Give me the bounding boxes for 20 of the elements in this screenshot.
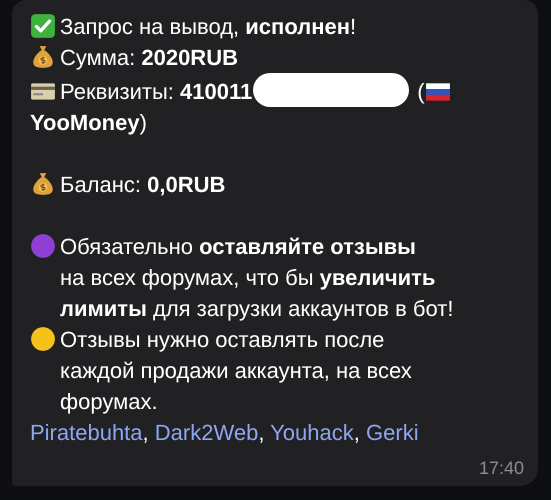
forum-link[interactable]: Piratebuhta: [30, 420, 143, 445]
message-text: Сумма: 2020RUB: [60, 44, 238, 72]
message-text: Баланс: 0,0RUB: [60, 171, 226, 199]
comma: ,: [258, 420, 264, 445]
wallet-name: YooMoney): [30, 110, 147, 135]
flag-icon: [424, 82, 451, 102]
message-text: Обязательно оставляйте отзывы на всех форумах, что бы увеличить лимиты для загрузки аккаунтов в бот!: [60, 233, 454, 323]
forum-link[interactable]: Gerki: [366, 420, 419, 445]
forum-link[interactable]: Youhack: [270, 420, 354, 445]
dot-icon: [30, 326, 56, 352]
dot-icon: [30, 233, 56, 259]
checkmark-icon: [30, 13, 56, 39]
message-time: 17:40: [478, 457, 524, 480]
opening-parenthesis: (: [417, 79, 425, 104]
forum-link[interactable]: Dark2Web: [154, 420, 258, 445]
payment-details: Реквизиты: 410011: [60, 79, 252, 104]
message-text: Отзывы нужно оставлять после каждой продажи аккаунта, на всех форумах.: [60, 326, 412, 416]
comma: ,: [142, 420, 149, 445]
comma: ,: [354, 420, 360, 445]
message-text: Запрос на вывод, исполнен!: [60, 13, 356, 41]
